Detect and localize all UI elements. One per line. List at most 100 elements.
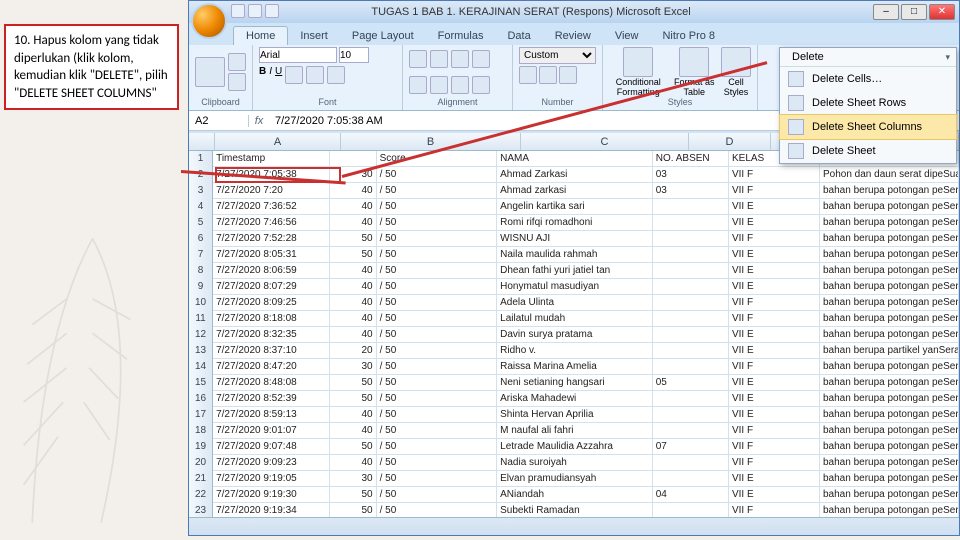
menu-delete-sheet[interactable]: Delete Sheet — [780, 139, 956, 163]
cell[interactable]: 7/27/2020 9:19:34 — [213, 503, 330, 517]
cell[interactable]: / 50 — [377, 391, 498, 407]
merge-icon[interactable] — [472, 76, 490, 94]
cell[interactable]: M naufal ali fahri — [497, 423, 653, 439]
cell[interactable]: / 50 — [377, 471, 498, 487]
row-header[interactable]: 18 — [189, 423, 213, 439]
row-header[interactable]: 22 — [189, 487, 213, 503]
cell[interactable]: 7/27/2020 8:09:25 — [213, 295, 330, 311]
cell[interactable]: / 50 — [377, 359, 498, 375]
percent-icon[interactable] — [539, 66, 557, 84]
cell[interactable]: Pohon dan daun serat dipeSuatu jenis — [820, 167, 959, 183]
cell[interactable]: VII F — [729, 231, 820, 247]
fx-icon[interactable]: fx — [249, 115, 269, 127]
comma-icon[interactable] — [559, 66, 577, 84]
cell[interactable]: VII E — [729, 375, 820, 391]
row-header[interactable]: 21 — [189, 471, 213, 487]
cell[interactable]: / 50 — [377, 231, 498, 247]
select-all-corner[interactable] — [189, 133, 215, 150]
cell[interactable]: / 50 — [377, 439, 498, 455]
cell[interactable]: Subekti Ramadan — [497, 503, 653, 517]
cell[interactable]: 50 — [330, 503, 377, 517]
paste-icon[interactable] — [195, 57, 225, 87]
row-header[interactable]: 14 — [189, 359, 213, 375]
cell[interactable]: bahan berupa potongan peSerat alam — [820, 455, 959, 471]
cell[interactable]: bahan berupa partikel yanSerat alam — [820, 343, 959, 359]
cell[interactable]: 7/27/2020 8:47:20 — [213, 359, 330, 375]
cell[interactable]: 7/27/2020 9:19:30 — [213, 487, 330, 503]
cell[interactable]: 40 — [330, 423, 377, 439]
cell[interactable]: Ridho v. — [497, 343, 653, 359]
cell[interactable] — [653, 343, 729, 359]
align-center-icon[interactable] — [430, 76, 448, 94]
cell[interactable]: 7/27/2020 9:19:05 — [213, 471, 330, 487]
cell[interactable]: bahan berupa potongan peSerat alam — [820, 327, 959, 343]
cell[interactable] — [653, 199, 729, 215]
wrap-icon[interactable] — [472, 50, 490, 68]
cell[interactable]: VII E — [729, 343, 820, 359]
cell[interactable] — [653, 455, 729, 471]
minimize-button[interactable]: – — [873, 4, 899, 20]
cell[interactable]: / 50 — [377, 279, 498, 295]
cell[interactable]: 30 — [330, 471, 377, 487]
tab-home[interactable]: Home — [233, 26, 288, 45]
cell[interactable]: Ahmad zarkasi — [497, 183, 653, 199]
cell[interactable]: Ahmad Zarkasi — [497, 167, 653, 183]
row-header[interactable]: 8 — [189, 263, 213, 279]
underline-button[interactable]: U — [275, 66, 282, 84]
tab-page-layout[interactable]: Page Layout — [340, 27, 426, 45]
row-header[interactable]: 10 — [189, 295, 213, 311]
cell[interactable]: Adela Ulinta — [497, 295, 653, 311]
cell[interactable]: bahan berupa potongan peSerat alam — [820, 247, 959, 263]
cell[interactable]: Raissa Marina Amelia — [497, 359, 653, 375]
cell[interactable] — [653, 311, 729, 327]
cell[interactable]: Romi rifqi romadhoni — [497, 215, 653, 231]
row-header[interactable]: 20 — [189, 455, 213, 471]
quick-access-toolbar[interactable] — [231, 4, 279, 18]
cell[interactable]: / 50 — [377, 503, 498, 517]
cell[interactable]: VII F — [729, 423, 820, 439]
cell[interactable]: / 50 — [377, 167, 498, 183]
cell[interactable]: bahan berupa potongan peSerat alam — [820, 439, 959, 455]
cell[interactable]: 7/27/2020 9:09:23 — [213, 455, 330, 471]
align-top-icon[interactable] — [409, 50, 427, 68]
cell[interactable]: / 50 — [377, 311, 498, 327]
cell[interactable]: bahan berupa potongan peSerat alam — [820, 279, 959, 295]
cell[interactable]: bahan berupa potongan peSerat alam — [820, 359, 959, 375]
format-table[interactable]: Format as Table — [673, 47, 715, 97]
cell[interactable]: / 50 — [377, 295, 498, 311]
cell[interactable]: VII F — [729, 295, 820, 311]
row-header[interactable]: 16 — [189, 391, 213, 407]
cell[interactable]: 40 — [330, 199, 377, 215]
cell[interactable]: 40 — [330, 311, 377, 327]
currency-icon[interactable] — [519, 66, 537, 84]
fill-color-icon[interactable] — [306, 66, 324, 84]
cell[interactable]: ANiandah — [497, 487, 653, 503]
cell[interactable] — [653, 423, 729, 439]
cut-icon[interactable] — [228, 53, 246, 71]
row-header[interactable]: 7 — [189, 247, 213, 263]
cell[interactable]: 30 — [330, 359, 377, 375]
align-left-icon[interactable] — [409, 76, 427, 94]
cell[interactable]: 50 — [330, 231, 377, 247]
cell[interactable]: Letrade Maulidia Azzahra — [497, 439, 653, 455]
row-header[interactable]: 4 — [189, 199, 213, 215]
tab-formulas[interactable]: Formulas — [426, 27, 496, 45]
delete-split-button[interactable]: Delete▾ — [780, 48, 956, 67]
cell[interactable]: NO. ABSEN — [653, 151, 729, 167]
cell[interactable] — [653, 279, 729, 295]
cell[interactable]: / 50 — [377, 455, 498, 471]
cell[interactable] — [653, 391, 729, 407]
cell[interactable]: VII E — [729, 471, 820, 487]
cell[interactable]: WISNU AJI — [497, 231, 653, 247]
cell[interactable]: 7/27/2020 8:59:13 — [213, 407, 330, 423]
cell[interactable]: VII E — [729, 247, 820, 263]
cell[interactable]: / 50 — [377, 487, 498, 503]
cell[interactable]: 03 — [653, 167, 729, 183]
cell[interactable]: 40 — [330, 183, 377, 199]
cell[interactable]: NAMA — [497, 151, 653, 167]
italic-button[interactable]: I — [269, 66, 272, 84]
cell[interactable]: / 50 — [377, 263, 498, 279]
font-name[interactable] — [259, 47, 337, 63]
row-header[interactable]: 15 — [189, 375, 213, 391]
cell[interactable]: Davin surya pratama — [497, 327, 653, 343]
